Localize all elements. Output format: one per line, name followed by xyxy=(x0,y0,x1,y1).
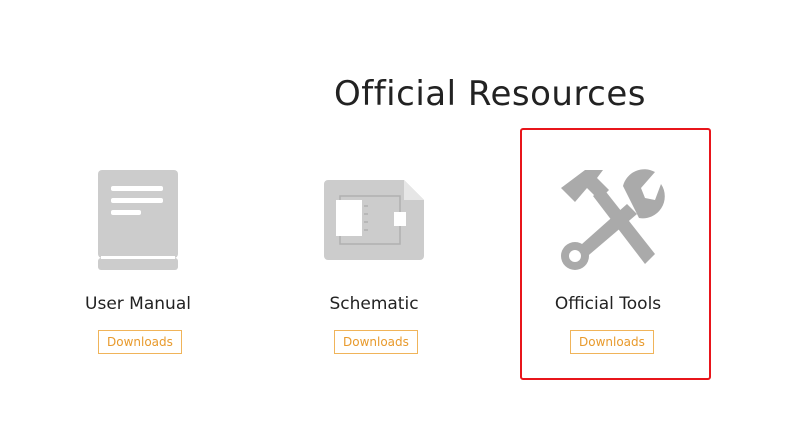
resource-card-official-tools: Official Tools Downloads xyxy=(508,160,708,360)
resource-card-schematic: Schematic Downloads xyxy=(274,160,474,360)
schematic-downloads-button[interactable]: Downloads xyxy=(334,330,418,354)
resource-label: User Manual xyxy=(85,294,191,314)
resource-label: Schematic xyxy=(329,294,419,314)
tools-icon xyxy=(508,166,708,276)
resource-label: Official Tools xyxy=(554,294,662,314)
resource-card-user-manual: User Manual Downloads xyxy=(38,160,238,360)
schematic-icon xyxy=(274,178,474,262)
book-icon xyxy=(38,170,238,272)
official-tools-downloads-button[interactable]: Downloads xyxy=(570,330,654,354)
official-resources-page: Official Resources User Manual Downloads xyxy=(0,0,800,433)
user-manual-downloads-button[interactable]: Downloads xyxy=(98,330,182,354)
page-title: Official Resources xyxy=(333,74,646,114)
